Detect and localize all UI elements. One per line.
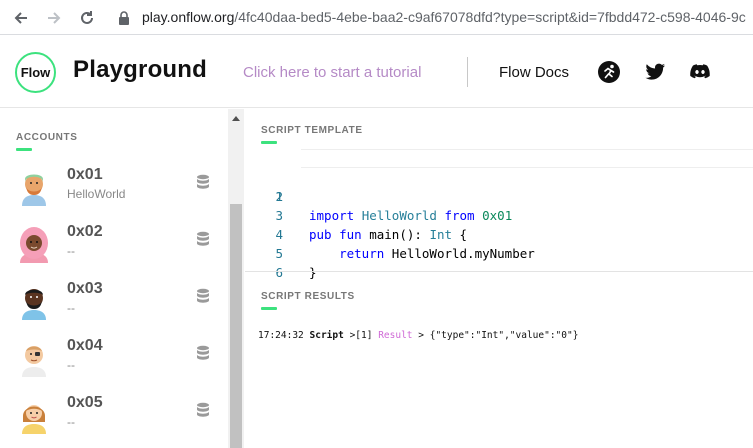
account-address: 0x03 <box>67 280 103 297</box>
database-icon[interactable] <box>196 231 210 247</box>
avatar <box>16 166 52 206</box>
script-results-heading-accent <box>261 307 277 310</box>
account-contract-name: -- <box>67 301 75 315</box>
results-divider <box>245 271 753 272</box>
tutorial-link[interactable]: Click here to start a tutorial <box>243 64 421 81</box>
accounts-heading-accent <box>16 148 32 151</box>
avatar <box>16 394 52 434</box>
code-token: } <box>309 265 317 280</box>
code-line-2: 2 <box>245 168 753 204</box>
logo-text: Flow <box>20 65 51 80</box>
code-line-6: 6 <box>245 244 753 280</box>
url-path: /4fc40daa-bed5-4ebe-baa2-c9af67078dfd?ty… <box>234 9 746 25</box>
account-contract-name: -- <box>67 244 75 258</box>
address-bar[interactable]: play.onflow.org/4fc40daa-bed5-4ebe-baa2-… <box>142 9 746 25</box>
scrollbar-thumb[interactable] <box>230 204 242 448</box>
script-results-heading: SCRIPT RESULTS <box>261 291 355 302</box>
back-arrow-icon[interactable] <box>10 7 32 29</box>
discord-icon[interactable] <box>688 60 712 84</box>
database-icon[interactable] <box>196 345 210 361</box>
page-title: Playground <box>73 56 208 83</box>
runner-icon[interactable] <box>597 60 621 84</box>
result-kind: Script <box>309 330 344 341</box>
main-panel: SCRIPT TEMPLATE 1 import HelloWorld from… <box>245 109 753 448</box>
database-icon[interactable] <box>196 402 210 418</box>
script-template-heading: SCRIPT TEMPLATE <box>261 125 363 136</box>
url-host: play.onflow.org <box>142 9 235 25</box>
account-contract-name: -- <box>67 358 75 372</box>
browser-toolbar: play.onflow.org/4fc40daa-bed5-4ebe-baa2-… <box>0 0 753 35</box>
code-line-1: 1 import HelloWorld from 0x01 <box>245 149 753 223</box>
accounts-sidebar: ACCOUNTS 0x01 HelloWorld 0x02 -- 0x03 --… <box>0 109 244 448</box>
reload-icon[interactable] <box>76 7 98 29</box>
result-log-line: 17:24:32 Script >[1] Result > {"type":"I… <box>258 330 578 341</box>
header-divider <box>467 57 468 87</box>
account-item-0x03[interactable]: 0x03 -- <box>0 280 228 337</box>
database-icon[interactable] <box>196 288 210 304</box>
scroll-up-arrow-icon[interactable] <box>228 111 244 125</box>
sidebar-scrollbar[interactable] <box>228 109 244 448</box>
account-contract-name: -- <box>67 415 75 429</box>
app-header: Flow Playground Click here to start a tu… <box>0 36 753 108</box>
avatar <box>16 337 52 377</box>
flow-docs-link[interactable]: Flow Docs <box>499 64 569 81</box>
result-prefix: >[1] <box>349 330 373 341</box>
result-value: {"type":"Int","value":"0"} <box>429 330 579 341</box>
account-address: 0x04 <box>67 337 103 354</box>
account-address: 0x02 <box>67 223 103 240</box>
result-arrow: > <box>418 330 424 341</box>
account-contract-name: HelloWorld <box>67 187 126 201</box>
code-line-5: 5 } <box>245 225 753 280</box>
account-item-0x02[interactable]: 0x02 -- <box>0 223 228 280</box>
twitter-icon[interactable] <box>643 60 667 84</box>
code-line-4: 4 return HelloWorld.myNumber <box>245 206 753 261</box>
lock-icon[interactable] <box>113 7 135 29</box>
avatar <box>16 280 52 320</box>
account-item-0x04[interactable]: 0x04 -- <box>0 337 228 394</box>
accounts-heading: ACCOUNTS <box>16 132 78 143</box>
avatar <box>16 223 52 263</box>
forward-arrow-icon[interactable] <box>43 7 65 29</box>
result-label: Result <box>378 330 413 341</box>
result-time: 17:24:32 <box>258 330 304 341</box>
code-editor[interactable]: 1 import HelloWorld from 0x01 2 3 pub fu… <box>245 149 753 280</box>
flow-logo[interactable]: Flow <box>15 52 56 93</box>
account-address: 0x01 <box>67 166 103 183</box>
database-icon[interactable] <box>196 174 210 190</box>
script-template-heading-accent <box>261 141 277 144</box>
line-number: 6 <box>275 265 283 280</box>
account-address: 0x05 <box>67 394 103 411</box>
account-item-0x05[interactable]: 0x05 -- <box>0 394 228 448</box>
code-line-3: 3 pub fun main(): Int { <box>245 187 753 242</box>
account-item-0x01[interactable]: 0x01 HelloWorld <box>0 166 228 223</box>
active-line-highlight <box>301 149 753 168</box>
